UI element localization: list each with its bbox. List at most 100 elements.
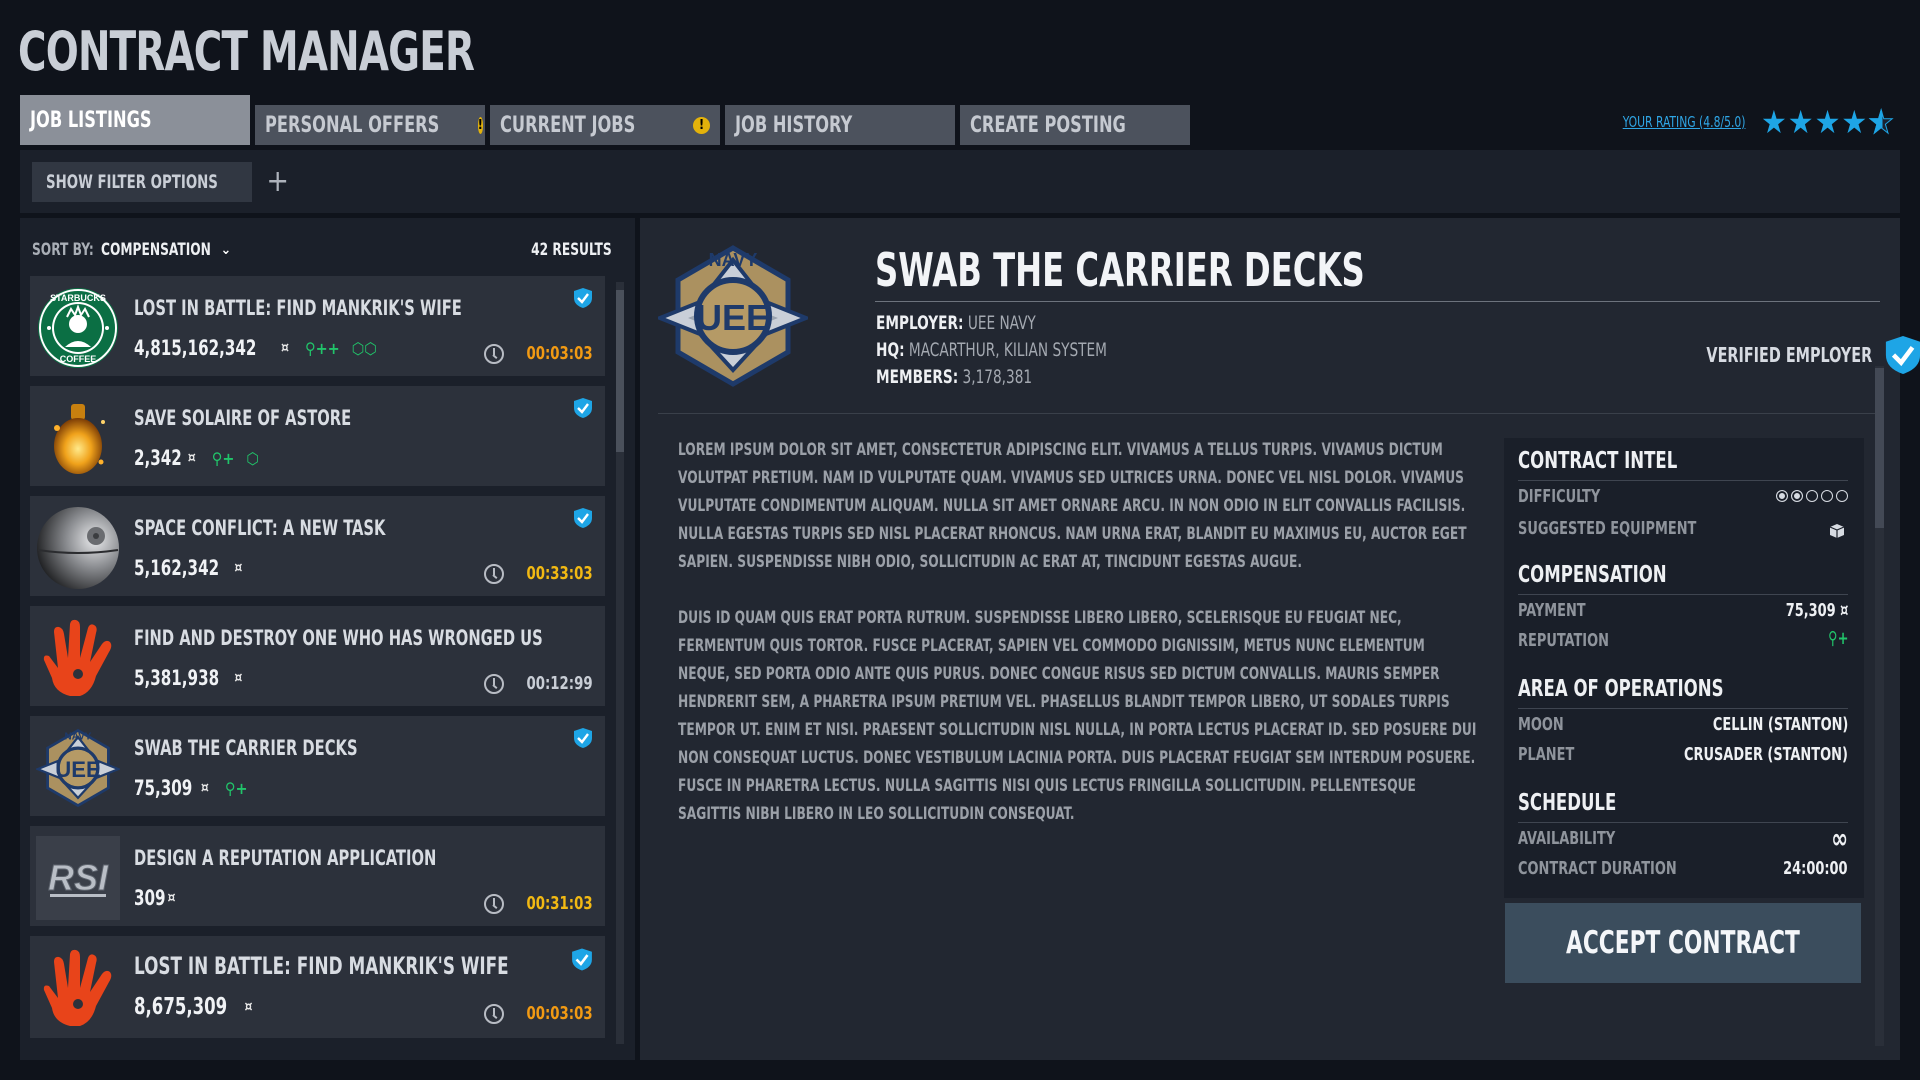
- clock-icon: [484, 673, 505, 694]
- divider: [658, 413, 1878, 414]
- alert-icon: !: [477, 116, 483, 134]
- tab-current-jobs[interactable]: CURRENT JOBS!: [490, 105, 720, 145]
- payment-label: PAYMENT: [1518, 600, 1586, 621]
- infinity-icon: ∞: [1831, 822, 1848, 855]
- divider: [1518, 822, 1848, 823]
- duration-label: CONTRACT DURATION: [1518, 858, 1677, 879]
- plus-icon: +: [266, 164, 290, 199]
- job-title: LOST IN BATTLE: FIND MANKRIK'S WIFE: [134, 952, 509, 980]
- rating: YOUR RATING (4.8/5.0) ★ ★ ★ ★ ★: [1592, 103, 1895, 141]
- rating-link[interactable]: YOUR RATING (4.8/5.0): [1623, 113, 1746, 131]
- job-title: SWAB THE CARRIER DECKS: [134, 736, 358, 760]
- job-list-item[interactable]: STARBUCKS COFFEE LOST IN BATTLE: FIND MAN…: [30, 276, 605, 376]
- star-icon: ★: [1841, 103, 1868, 141]
- divider: [1518, 708, 1848, 709]
- job-list-panel: SORT BY: COMPENSATION ⌄ 42 RESULTS STARB…: [20, 218, 635, 1060]
- section-title: COMPENSATION: [1518, 562, 1667, 588]
- results-count: 42 RESULTS: [531, 240, 612, 260]
- tab-job-listings[interactable]: JOB LISTINGS: [20, 95, 250, 145]
- job-pay: 5,381,938 ¤: [134, 666, 243, 690]
- verified-shield-icon: [574, 288, 592, 308]
- reputation-plus-icon: ⚲+: [211, 448, 235, 468]
- section-title: SCHEDULE: [1518, 790, 1617, 816]
- uee-navy-logo: UEE NAVY: [36, 726, 120, 810]
- reputation-label: REPUTATION: [1518, 630, 1609, 651]
- section-title: AREA OF OPERATIONS: [1518, 676, 1724, 702]
- list-scrollbar-thumb[interactable]: [616, 290, 624, 452]
- job-timer: 00:03:03: [484, 343, 593, 364]
- currency-icon: ¤: [244, 999, 253, 1015]
- svg-text:UEE: UEE: [696, 297, 770, 338]
- difficulty-dot: [1821, 490, 1833, 502]
- detail-scrollbar-thumb[interactable]: [1875, 368, 1884, 528]
- cargo-icon: ⬡⬡: [351, 338, 377, 358]
- currency-icon: ¤: [234, 560, 243, 576]
- section-title: CONTRACT INTEL: [1518, 448, 1678, 474]
- clock-icon: [484, 1003, 505, 1024]
- hq-line: HQ: MACARTHUR, KILIAN SYSTEM: [876, 339, 1107, 361]
- members-line: MEMBERS: 3,178,381: [876, 366, 1033, 388]
- tab-job-history[interactable]: JOB HISTORY: [725, 105, 955, 145]
- currency-icon: ¤: [200, 780, 209, 796]
- sort-value: COMPENSATION: [101, 240, 212, 260]
- red-hand-logo: [36, 946, 120, 1030]
- verified-shield-icon: [574, 398, 592, 418]
- job-detail-title: SWAB THE CARRIER DECKS: [875, 243, 1365, 297]
- verified-shield-icon: [574, 508, 592, 528]
- difficulty-dot: [1791, 490, 1803, 502]
- difficulty-dot: [1836, 490, 1848, 502]
- job-list-item[interactable]: SAVE SOLAIRE OF ASTORE 2,342 ¤ ⚲+ ⬡: [30, 386, 605, 486]
- job-list-item[interactable]: FIND AND DESTROY ONE WHO HAS WRONGED US …: [30, 606, 605, 706]
- verified-shield-icon: [572, 948, 592, 971]
- job-pay: 5,162,342 ¤: [134, 556, 243, 580]
- alert-icon: !: [693, 116, 710, 134]
- sort-row: SORT BY: COMPENSATION ⌄ 42 RESULTS: [32, 238, 612, 262]
- cube-icon[interactable]: [1828, 522, 1846, 540]
- tab-create-posting[interactable]: CREATE POSTING: [960, 105, 1190, 145]
- filter-bar: SHOW FILTER OPTIONS +: [20, 150, 1900, 213]
- show-filter-button[interactable]: SHOW FILTER OPTIONS +: [32, 162, 289, 202]
- job-list-item[interactable]: SPACE CONFLICT: A NEW TASK 5,162,342 ¤ 00…: [30, 496, 605, 596]
- accept-contract-button[interactable]: ACCEPT CONTRACT: [1505, 903, 1861, 983]
- clock-icon: [484, 563, 505, 584]
- job-title: SPACE CONFLICT: A NEW TASK: [134, 516, 386, 540]
- job-list-item[interactable]: UEE NAVY SWAB THE CARRIER DECKS 75,309 ¤ ⚲+: [30, 716, 605, 816]
- job-title: DESIGN A REPUTATION APPLICATION: [134, 846, 437, 870]
- star-icon: ★: [1814, 103, 1841, 141]
- duration-value: 24:00:00: [1783, 858, 1848, 879]
- currency-icon: ¤: [167, 890, 176, 906]
- divider: [1518, 594, 1848, 595]
- job-title: LOST IN BATTLE: FIND MANKRIK'S WIFE: [134, 296, 462, 320]
- tab-personal-offers[interactable]: PERSONAL OFFERS!: [255, 105, 485, 145]
- star-icon: ★: [1760, 103, 1787, 141]
- difficulty-rating: [1773, 490, 1848, 502]
- job-timer: 00:31:03: [484, 893, 593, 914]
- job-list-item[interactable]: LOST IN BATTLE: FIND MANKRIK'S WIFE 8,67…: [30, 936, 605, 1038]
- currency-icon: ¤: [234, 670, 243, 686]
- reputation-plus-plus-icon: ⚲++: [305, 338, 340, 358]
- moon-label: MOON: [1518, 714, 1564, 735]
- difficulty-dot: [1806, 490, 1818, 502]
- job-timer: 00:03:03: [484, 1003, 593, 1024]
- job-title: FIND AND DESTROY ONE WHO HAS WRONGED US: [134, 626, 543, 650]
- job-list-item[interactable]: RSI DESIGN A REPUTATION APPLICATION 309 ¤…: [30, 826, 605, 926]
- difficulty-label: DIFFICULTY: [1518, 486, 1601, 507]
- job-title: SAVE SOLAIRE OF ASTORE: [134, 406, 352, 430]
- rsi-logo: RSI: [36, 836, 120, 920]
- svg-text:NAVY: NAVY: [709, 250, 758, 270]
- job-pay: 4,815,162,342 ¤ ⚲++ ⬡⬡: [134, 336, 377, 360]
- divider: [875, 301, 1880, 302]
- verified-shield-icon: [1886, 336, 1920, 374]
- currency-icon: ¤: [187, 450, 196, 466]
- reputation-plus-icon: ⚲+: [1827, 628, 1848, 649]
- page-title: CONTRACT MANAGER: [18, 20, 475, 83]
- sort-dropdown[interactable]: SORT BY: COMPENSATION ⌄: [32, 240, 231, 260]
- job-pay: 75,309 ¤ ⚲+: [134, 776, 248, 800]
- chevron-down-icon: ⌄: [220, 242, 232, 258]
- tab-bar: JOB LISTINGS PERSONAL OFFERS! CURRENT JO…: [20, 95, 1195, 145]
- half-star-icon: ★: [1868, 103, 1895, 141]
- availability-label: AVAILABILITY: [1518, 828, 1616, 849]
- job-pay: 8,675,309 ¤: [134, 994, 253, 1020]
- job-timer: 00:12:99: [484, 673, 593, 694]
- contract-intel-box: CONTRACT INTEL DIFFICULTY SUGGESTED EQUI…: [1504, 438, 1864, 898]
